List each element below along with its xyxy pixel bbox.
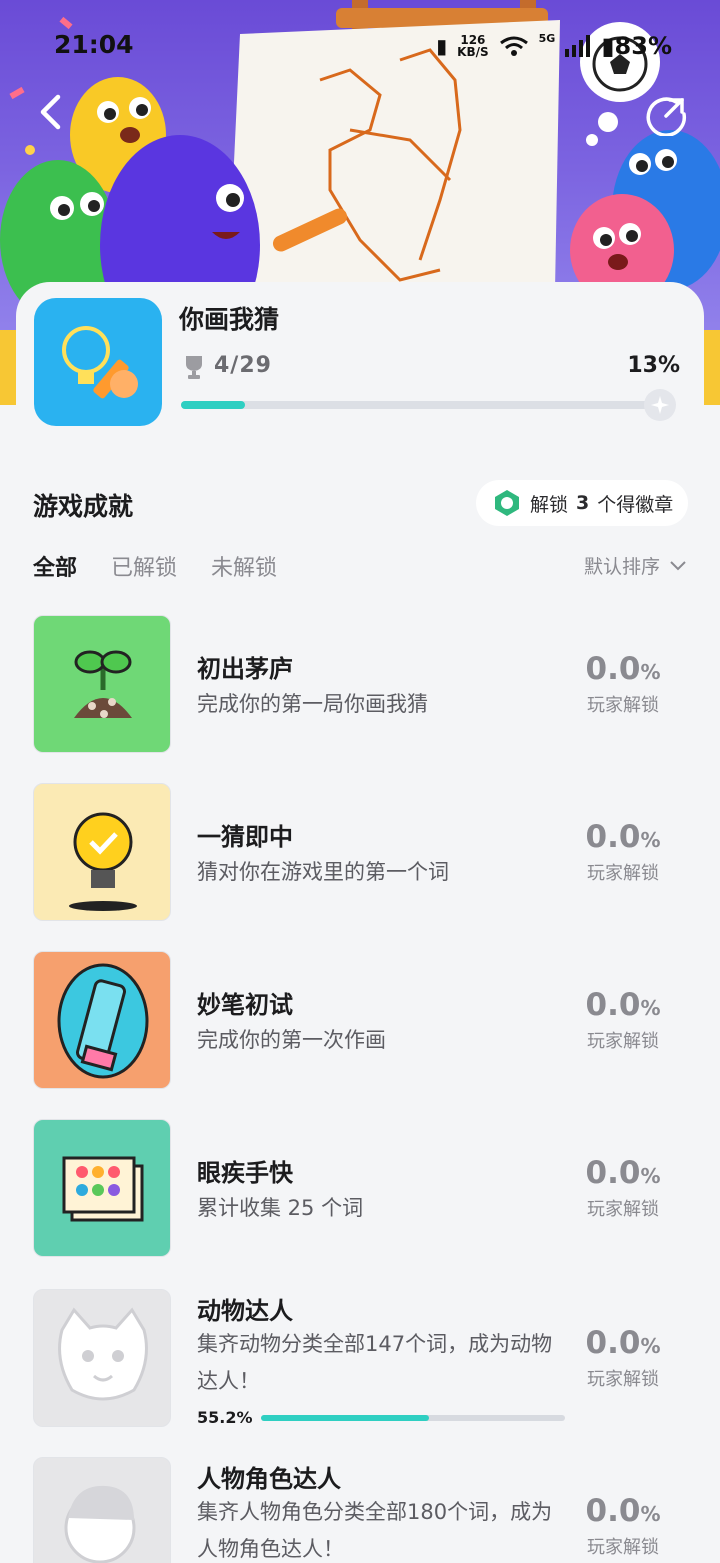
vibrate-icon: ▮ [436,34,448,58]
battery-level: ▮83% [601,32,672,60]
status-icons: ▮ 126 KB/S 5G ▮83% [436,32,672,60]
unlock-prefix: 解锁 [530,493,569,516]
tab-unlocked[interactable]: 已解锁 [111,550,177,582]
back-button[interactable] [28,88,72,136]
signal-icon [565,35,591,57]
section-title: 游戏成就 [33,492,134,521]
net-speed: 126 KB/S [457,34,488,58]
rate-label: 玩家解锁 [587,1199,659,1220]
achievement-rate: 0.0% 玩家解锁 [568,987,678,1053]
achievement-count: 4/29 [214,353,272,378]
achievement-desc: 完成你的第一次作画 [197,1028,386,1052]
rate-value: 0.0 [585,987,641,1023]
unlock-count: 3 [576,492,590,514]
achievement-title: 妙笔初试 [197,991,293,1019]
achievement-title: 动物达人 [197,1297,293,1325]
achievement-desc: 猜对你在游戏里的第一个词 [197,860,449,884]
achievement-title: 初出茅庐 [197,655,293,683]
rate-label: 玩家解锁 [587,1537,659,1558]
rate-value: 0.0 [585,1493,641,1529]
category-progress-value: 55.2% [197,1408,253,1427]
achievement-image [33,615,171,753]
rate-value: 0.0 [585,819,641,855]
share-icon [646,97,687,136]
achievement-progress-bar [181,401,673,409]
rate-percent-sign: % [640,828,661,852]
status-bar: 21:04 ▮ 126 KB/S 5G ▮83% [0,0,720,90]
battery-icon: ▮ [601,32,615,60]
share-button[interactable] [644,92,690,138]
tab-all[interactable]: 全部 [33,550,77,582]
achievement-desc: 集齐人物角色分类全部180个词，成为人物角色达人！ [197,1500,553,1561]
chevron-down-icon [670,560,686,570]
rate-percent-sign: % [640,1164,661,1188]
rate-value: 0.0 [585,1155,641,1191]
unlock-suffix: 个得徽章 [597,493,674,516]
game-title: 你画我猜 [179,305,280,334]
wifi-icon [499,36,528,56]
achievement-image [33,1119,171,1257]
network-type: 5G [538,32,556,45]
achievement-title: 一猜即中 [197,823,293,851]
achievement-progress-fill [181,401,245,409]
sort-label: 默认排序 [583,556,660,578]
sprout-icon [74,650,132,718]
lightbulb-icon [69,812,137,911]
rate-percent-sign: % [640,1502,661,1526]
chevron-left-icon [40,94,61,130]
rate-label: 玩家解锁 [587,1369,659,1390]
achievement-rate: 0.0% 玩家解锁 [568,1325,678,1391]
achievement-image [33,783,171,921]
rate-label: 玩家解锁 [587,1031,659,1052]
star-icon [651,396,669,414]
pencil-icon [57,963,149,1079]
achievement-rate: 0.0% 玩家解锁 [568,651,678,717]
cards-icon [62,1156,144,1222]
lightbulb-pencil-icon [62,326,138,399]
net-speed-unit: KB/S [457,45,489,59]
achievement-percent: 13% [627,353,680,378]
rate-label: 玩家解锁 [587,695,659,716]
badge-icon [495,490,519,516]
cat-icon [58,1307,148,1401]
person-icon [64,1485,136,1563]
game-card: 你画我猜 4/29 13% [16,282,704,440]
category-progress-fill [261,1414,429,1421]
tab-locked[interactable]: 未解锁 [211,550,277,582]
achievement-image [33,1289,171,1427]
achievement-rate: 0.0% 玩家解锁 [568,1155,678,1221]
achievement-rate: 0.0% 玩家解锁 [568,1493,678,1559]
achievement-title: 人物角色达人 [197,1465,341,1493]
status-time: 21:04 [54,30,134,59]
achievement-desc: 累计收集 25 个词 [197,1196,364,1220]
filter-tabs: 全部 已解锁 未解锁 [33,550,277,582]
category-progress-bar [261,1414,565,1421]
achievement-title: 眼疾手快 [197,1159,293,1187]
category-progress: 55.2% [197,1408,565,1427]
achievement-desc: 集齐动物分类全部147个词，成为动物达人！ [197,1332,553,1393]
trophy-icon [186,356,202,379]
rate-value: 0.0 [585,1325,641,1361]
achievement-image [33,1457,171,1563]
sort-dropdown[interactable]: 默认排序 [584,552,686,579]
achievement-rate: 0.0% 玩家解锁 [568,819,678,885]
achievement-desc: 完成你的第一局你画我猜 [197,692,428,716]
rate-label: 玩家解锁 [587,863,659,884]
achievement-image [33,951,171,1089]
progress-end-badge [644,389,676,421]
unlock-badge[interactable]: 解锁 3 个得徽章 [476,480,688,526]
rate-percent-sign: % [640,660,661,684]
battery-text: 83% [614,32,672,60]
rate-value: 0.0 [585,651,641,687]
rate-percent-sign: % [640,996,661,1020]
game-icon [34,298,162,426]
rate-percent-sign: % [640,1334,661,1358]
